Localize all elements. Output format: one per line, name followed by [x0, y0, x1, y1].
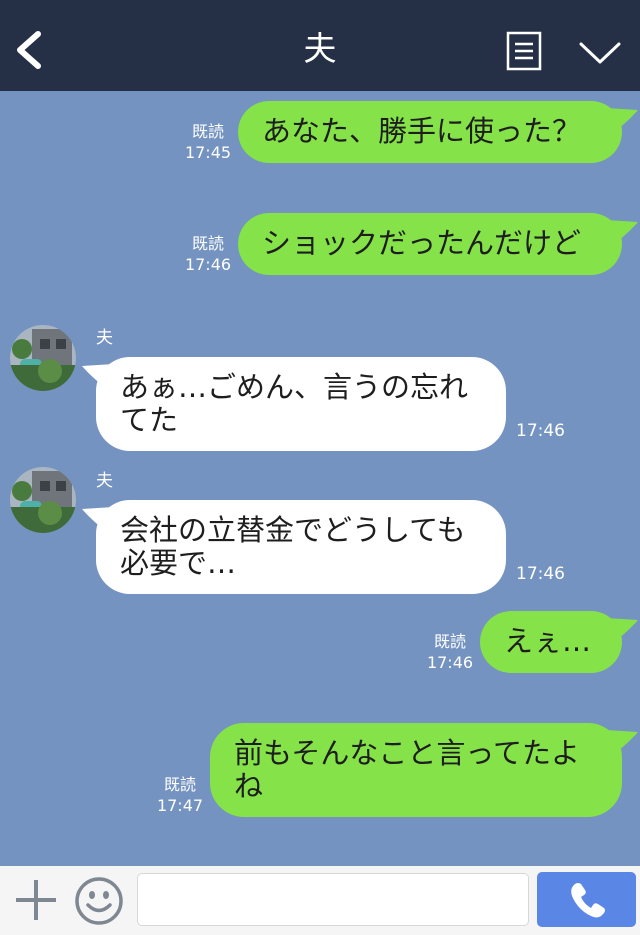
chat-title: 夫 [303, 29, 337, 68]
emoji-button[interactable] [74, 876, 124, 926]
message-time: 17:46 [426, 653, 474, 672]
outgoing-message-bubble[interactable]: 前もそんなこと言ってたよ ね [210, 723, 622, 817]
message-text: えぇ… [504, 624, 592, 658]
avatar-photo [10, 325, 76, 391]
message-input[interactable] [137, 873, 529, 926]
message-time: 17:46 [516, 421, 565, 441]
message-text-line: ね [234, 769, 264, 803]
message-composer [0, 866, 640, 935]
smiley-icon [75, 877, 123, 925]
sender-name: 夫 [96, 328, 113, 348]
message-time: 17:46 [516, 564, 565, 584]
read-receipt: 既読 [163, 775, 196, 794]
message-meta: 既読 17:45 [184, 121, 232, 163]
plus-icon [16, 880, 56, 920]
message-text: ショックだったんだけど [262, 226, 582, 260]
message-text-line: あぁ…ごめん、言うの忘れ [120, 370, 469, 404]
chevron-left-icon [17, 31, 41, 69]
avatar-photo [10, 467, 76, 533]
message-text-line: 会社の立替金でどうしても [120, 513, 466, 547]
dropdown-button[interactable] [578, 38, 622, 68]
phone-icon [571, 883, 605, 918]
message-meta: 既読 17:46 [184, 233, 232, 275]
message-meta: 既読 17:46 [426, 631, 474, 673]
message-time: 17:47 [156, 796, 204, 815]
call-button[interactable] [537, 872, 636, 927]
message-time: 17:45 [184, 143, 232, 162]
message-time: 17:46 [184, 255, 232, 274]
outgoing-message-bubble[interactable]: あなた、勝手に使った？ [238, 101, 622, 163]
message-text: あなた、勝手に使った？ [262, 114, 582, 148]
incoming-message-bubble[interactable]: あぁ…ごめん、言うの忘れ てた [96, 357, 506, 451]
add-attachment-button[interactable] [14, 878, 58, 922]
avatar[interactable] [10, 467, 76, 533]
chevron-down-icon [579, 42, 621, 64]
message-text-line: 前もそんなこと言ってたよ [234, 736, 580, 770]
chat-header: 夫 [0, 0, 640, 91]
outgoing-message-bubble[interactable]: えぇ… [480, 611, 622, 673]
read-receipt: 既読 [191, 234, 224, 253]
sender-name: 夫 [96, 471, 113, 491]
message-text-line: 必要で… [120, 546, 237, 580]
outgoing-message-bubble[interactable]: ショックだったんだけど [238, 213, 622, 275]
back-button[interactable] [12, 30, 46, 70]
notes-menu-button[interactable] [506, 31, 542, 71]
read-receipt: 既読 [433, 632, 466, 651]
message-text-line: てた [120, 403, 179, 437]
incoming-message-bubble[interactable]: 会社の立替金でどうしても 必要で… [96, 500, 506, 594]
read-receipt: 既読 [191, 122, 224, 141]
message-meta: 既読 17:47 [156, 774, 204, 816]
notes-icon [506, 31, 542, 71]
avatar[interactable] [10, 325, 76, 391]
